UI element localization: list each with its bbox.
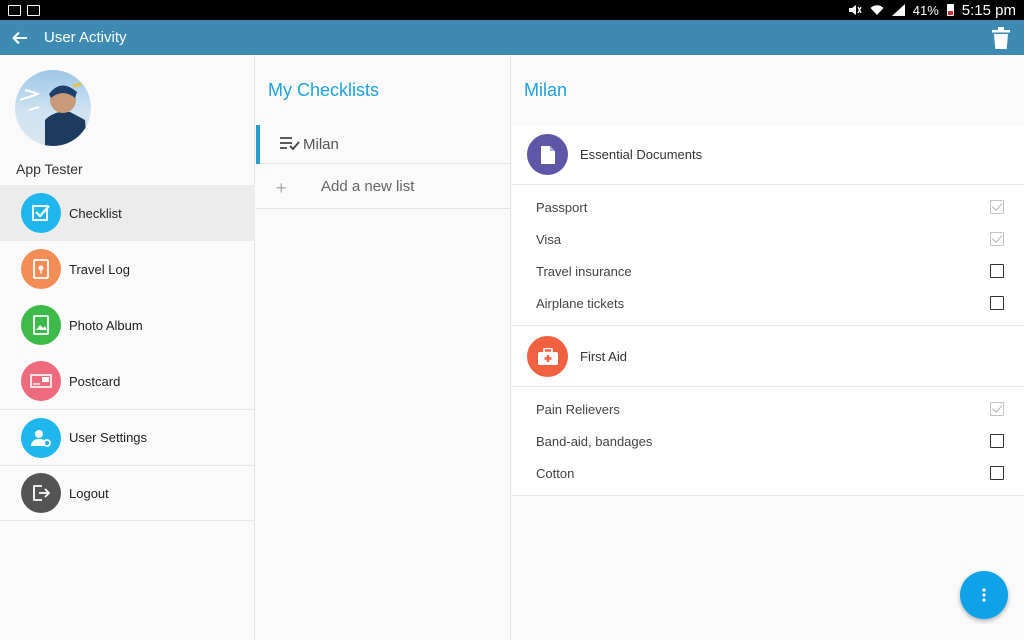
user-name: App Tester bbox=[16, 161, 83, 177]
section-icon-circle bbox=[527, 336, 568, 377]
avatar-photo bbox=[19, 82, 87, 146]
delete-button[interactable] bbox=[990, 26, 1012, 50]
logout-icon bbox=[33, 485, 51, 501]
section-label: First Aid bbox=[580, 349, 627, 364]
signal-icon bbox=[891, 4, 905, 16]
postcard-icon bbox=[30, 374, 52, 388]
entry-label: Pain Relievers bbox=[536, 401, 620, 417]
entry-label: Passport bbox=[536, 199, 588, 215]
nav-item-checklist[interactable]: Checklist bbox=[0, 185, 255, 241]
nav-menu: Checklist Travel Log Photo Album Postcar… bbox=[0, 185, 255, 521]
checklist-title: Milan bbox=[524, 80, 568, 100]
checkbox-checked[interactable] bbox=[990, 402, 1004, 416]
arrow-left-icon bbox=[12, 31, 27, 44]
playlist-check-icon bbox=[280, 137, 300, 151]
selected-indicator bbox=[256, 125, 260, 164]
travel-log-icon bbox=[33, 259, 49, 279]
nav-label: Logout bbox=[69, 485, 109, 501]
checklist-entry[interactable]: Band-aid, bandages bbox=[512, 425, 1024, 457]
nav-icon-circle bbox=[21, 361, 61, 401]
nav-label: Checklist bbox=[69, 205, 122, 221]
trash-icon bbox=[992, 27, 1010, 49]
plus-icon: + bbox=[276, 178, 287, 198]
first-aid-icon bbox=[537, 347, 558, 365]
image-notification-icon bbox=[27, 4, 40, 16]
checkbox-checked[interactable] bbox=[990, 200, 1004, 214]
checklist-name: Milan bbox=[303, 135, 339, 153]
nav-icon-circle bbox=[21, 417, 61, 458]
section-header[interactable]: Essential Documents bbox=[512, 125, 1024, 185]
section-essential-documents: Essential Documents Passport Visa Travel… bbox=[512, 125, 1024, 326]
back-button[interactable] bbox=[0, 20, 40, 55]
user-settings-icon bbox=[31, 429, 51, 447]
checklist-entry[interactable]: Cotton bbox=[512, 457, 1024, 489]
mute-icon bbox=[848, 5, 862, 15]
checklist-item-milan[interactable]: Milan bbox=[256, 125, 511, 164]
checkbox-checked[interactable] bbox=[990, 232, 1004, 246]
nav-label: Photo Album bbox=[69, 317, 143, 333]
checklist-icon bbox=[32, 205, 50, 221]
battery-percent: 41% bbox=[912, 2, 939, 18]
wifi-icon bbox=[870, 5, 884, 15]
nav-icon-circle bbox=[21, 305, 61, 345]
clock: 5:15 pm bbox=[961, 1, 1016, 19]
battery-icon bbox=[946, 4, 954, 16]
nav-label: User Settings bbox=[69, 430, 148, 445]
document-icon bbox=[540, 145, 555, 164]
status-bar: 41% 5:15 pm bbox=[0, 0, 1024, 20]
checklist-entry[interactable]: Passport bbox=[512, 191, 1024, 223]
entry-label: Airplane tickets bbox=[536, 295, 625, 311]
photo-album-icon bbox=[33, 315, 49, 335]
section-header[interactable]: First Aid bbox=[512, 327, 1024, 387]
nav-item-logout[interactable]: Logout bbox=[0, 465, 255, 521]
navigation-drawer: App Tester Checklist Travel Log Photo Al… bbox=[0, 55, 255, 640]
checkbox-unchecked[interactable] bbox=[990, 264, 1004, 278]
checklists-title: My Checklists bbox=[268, 80, 380, 100]
entry-label: Band-aid, bandages bbox=[536, 433, 653, 449]
nav-icon-circle bbox=[21, 249, 61, 289]
section-items: Passport Visa Travel insurance Airplane … bbox=[512, 185, 1024, 326]
app-bar: User Activity bbox=[0, 20, 1024, 55]
section-icon-circle bbox=[527, 134, 568, 175]
checkbox-unchecked[interactable] bbox=[990, 466, 1004, 480]
checkbox-unchecked[interactable] bbox=[990, 296, 1004, 310]
checklist-entry[interactable]: Pain Relievers bbox=[512, 393, 1024, 425]
nav-item-travel-log[interactable]: Travel Log bbox=[0, 241, 255, 297]
entry-label: Visa bbox=[536, 231, 562, 247]
gmail-notification-icon bbox=[8, 4, 21, 16]
entry-label: Travel insurance bbox=[536, 263, 632, 279]
add-list-label: Add a new list bbox=[321, 178, 415, 195]
nav-icon-circle bbox=[21, 473, 61, 513]
add-list-button[interactable]: + Add a new list bbox=[256, 165, 511, 209]
checkbox-unchecked[interactable] bbox=[990, 434, 1004, 448]
page-title: User Activity bbox=[44, 29, 127, 46]
nav-item-photo-album[interactable]: Photo Album bbox=[0, 297, 255, 353]
more-vertical-icon bbox=[982, 588, 986, 602]
checklist-entry[interactable]: Visa bbox=[512, 223, 1024, 255]
nav-item-postcard[interactable]: Postcard bbox=[0, 353, 255, 409]
checklist-detail: Milan Essential Documents Passport Visa … bbox=[512, 55, 1024, 640]
avatar[interactable] bbox=[15, 70, 91, 146]
nav-item-user-settings[interactable]: User Settings bbox=[0, 409, 255, 465]
checklist-entry[interactable]: Airplane tickets bbox=[512, 287, 1024, 319]
nav-label: Postcard bbox=[69, 373, 121, 389]
section-label: Essential Documents bbox=[580, 147, 703, 162]
section-first-aid: First Aid Pain Relievers Band-aid, banda… bbox=[512, 327, 1024, 496]
section-items: Pain Relievers Band-aid, bandages Cotton bbox=[512, 387, 1024, 496]
more-options-fab[interactable] bbox=[960, 571, 1008, 619]
entry-label: Cotton bbox=[536, 465, 575, 481]
nav-icon-circle bbox=[21, 193, 61, 233]
checklist-entry[interactable]: Travel insurance bbox=[512, 255, 1024, 287]
checklists-panel: My Checklists Milan + Add a new list bbox=[256, 55, 511, 640]
nav-label: Travel Log bbox=[69, 261, 130, 277]
